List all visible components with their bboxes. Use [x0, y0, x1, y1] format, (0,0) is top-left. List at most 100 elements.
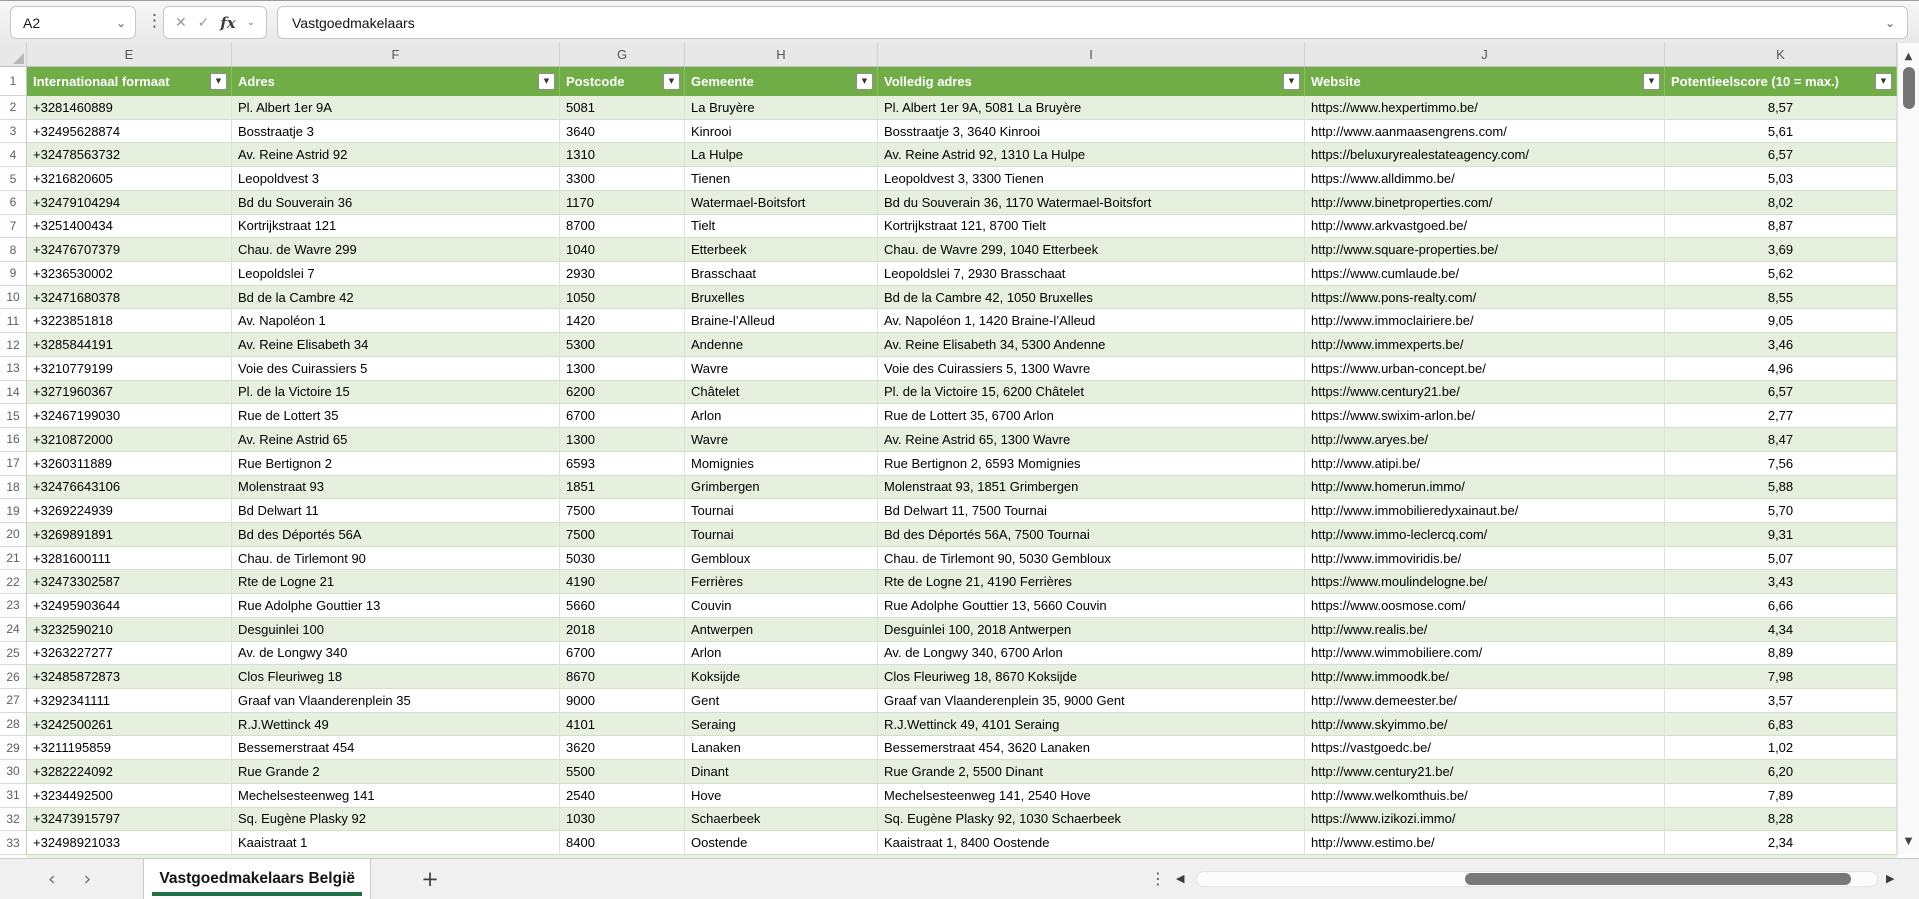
filter-button[interactable]: ▼: [1875, 73, 1892, 90]
cell[interactable]: Rte de Logne 21: [232, 570, 560, 595]
cell[interactable]: 8,87: [1665, 214, 1897, 239]
row-number[interactable]: 4: [0, 143, 27, 168]
cell[interactable]: 8,57: [1665, 96, 1897, 120]
cell[interactable]: http://www.estimo.be/: [1305, 831, 1665, 855]
row-number[interactable]: 22: [0, 570, 27, 595]
cell[interactable]: Seraing: [685, 712, 878, 737]
cell[interactable]: 1300: [560, 356, 685, 381]
cell[interactable]: +3236530002: [27, 262, 232, 286]
cell[interactable]: Brasschaat: [685, 262, 878, 286]
hscroll-left-icon[interactable]: ◀: [1176, 872, 1184, 885]
column-header-F[interactable]: F: [232, 43, 560, 67]
cell[interactable]: R.J.Wettinck 49, 4101 Seraing: [878, 712, 1305, 737]
cell[interactable]: http://www.century21.be/: [1305, 760, 1665, 784]
cell[interactable]: 8,55: [1665, 285, 1897, 310]
cell[interactable]: Bessemerstraat 454: [232, 736, 560, 761]
row-number[interactable]: 21: [0, 546, 27, 571]
cell[interactable]: Av. Napoléon 1: [232, 309, 560, 334]
cell[interactable]: http://www.immoodk.be/: [1305, 665, 1665, 689]
cell[interactable]: 1170: [560, 190, 685, 215]
cell[interactable]: Couvin: [685, 594, 878, 618]
row-number[interactable]: 23: [0, 594, 27, 618]
cell[interactable]: 5,61: [1665, 119, 1897, 144]
cell[interactable]: https://www.swixim-arlon.be/: [1305, 404, 1665, 429]
cell[interactable]: +32476643106: [27, 475, 232, 500]
cell[interactable]: Lanaken: [685, 736, 878, 761]
cell[interactable]: +32471680378: [27, 285, 232, 310]
cell[interactable]: Sq. Eugène Plasky 92, 1030 Schaerbeek: [878, 807, 1305, 832]
row-number[interactable]: 30: [0, 760, 27, 784]
row-number[interactable]: 14: [0, 380, 27, 405]
cell[interactable]: 7500: [560, 499, 685, 523]
cell[interactable]: La Hulpe: [685, 143, 878, 168]
row-number[interactable]: 8: [0, 238, 27, 263]
cell[interactable]: Oostende: [685, 831, 878, 855]
scroll-up-icon[interactable]: ▲: [1898, 51, 1919, 62]
cell[interactable]: Chau. de Tirlemont 90, 5030 Gembloux: [878, 546, 1305, 571]
cell[interactable]: +3269891891: [27, 522, 232, 547]
cell[interactable]: La Bruyère: [685, 96, 878, 120]
cell[interactable]: 7,56: [1665, 451, 1897, 476]
cell[interactable]: 1040: [560, 238, 685, 263]
cell[interactable]: https://www.oosmose.com/: [1305, 594, 1665, 618]
cell[interactable]: http://www.square-properties.be/: [1305, 238, 1665, 263]
cell[interactable]: Hove: [685, 783, 878, 808]
cell[interactable]: 5,88: [1665, 475, 1897, 500]
cell[interactable]: R.J.Wettinck 49: [232, 712, 560, 737]
horizontal-scrollbar-thumb[interactable]: [1465, 873, 1851, 885]
cell[interactable]: Antwerpen: [685, 617, 878, 642]
cell[interactable]: 4101: [560, 712, 685, 737]
row-number[interactable]: 11: [0, 309, 27, 334]
filter-button[interactable]: ▼: [856, 73, 873, 90]
cell[interactable]: 1300: [560, 428, 685, 452]
column-header-I[interactable]: I: [878, 43, 1305, 67]
cell[interactable]: Clos Fleuriweg 18: [232, 665, 560, 689]
row-number[interactable]: 1: [0, 67, 27, 96]
cell[interactable]: Chau. de Wavre 299: [232, 238, 560, 263]
cell[interactable]: Rue de Lottert 35: [232, 404, 560, 429]
scroll-down-icon[interactable]: ▼: [1898, 836, 1919, 847]
cell[interactable]: 8,28: [1665, 807, 1897, 832]
cell[interactable]: Bosstraatje 3, 3640 Kinrooi: [878, 119, 1305, 144]
cell[interactable]: 8700: [560, 214, 685, 239]
select-all-corner[interactable]: [0, 43, 27, 67]
cell[interactable]: Etterbeek: [685, 238, 878, 263]
cell[interactable]: 8,89: [1665, 641, 1897, 666]
cell[interactable]: +32473915797: [27, 807, 232, 832]
row-number[interactable]: 31: [0, 783, 27, 808]
column-header-K[interactable]: K: [1665, 43, 1897, 67]
cell[interactable]: 1851: [560, 475, 685, 500]
cell[interactable]: 3620: [560, 736, 685, 761]
cell[interactable]: Rue de Lottert 35, 6700 Arlon: [878, 404, 1305, 429]
cell[interactable]: Rue Adolphe Gouttier 13, 5660 Couvin: [878, 594, 1305, 618]
cell[interactable]: +32498921033: [27, 831, 232, 855]
cell[interactable]: Rte de Logne 21, 4190 Ferrières: [878, 570, 1305, 595]
cell[interactable]: Rue Grande 2, 5500 Dinant: [878, 760, 1305, 784]
cell[interactable]: 3,46: [1665, 333, 1897, 357]
cell[interactable]: https://vastgoedc.be/: [1305, 736, 1665, 761]
cell[interactable]: http://www.binetproperties.com/: [1305, 190, 1665, 215]
cell[interactable]: https://www.cumlaude.be/: [1305, 262, 1665, 286]
cell[interactable]: Wavre: [685, 356, 878, 381]
filter-button[interactable]: ▼: [210, 73, 227, 90]
cell[interactable]: Châtelet: [685, 380, 878, 405]
insert-function-icon[interactable]: fx: [220, 14, 235, 32]
cell[interactable]: Molenstraat 93, 1851 Grimbergen: [878, 475, 1305, 500]
cell[interactable]: https://www.century21.be/: [1305, 380, 1665, 405]
cell[interactable]: +32485872873: [27, 665, 232, 689]
cell[interactable]: Rue Grande 2: [232, 760, 560, 784]
cell[interactable]: Watermael-Boitsfort: [685, 190, 878, 215]
chevron-down-icon[interactable]: ⌄: [116, 17, 126, 29]
cell[interactable]: Leopoldvest 3: [232, 167, 560, 191]
cell[interactable]: Av. Reine Astrid 65: [232, 428, 560, 452]
row-number[interactable]: 10: [0, 285, 27, 310]
cell[interactable]: 5081: [560, 96, 685, 120]
cell[interactable]: http://www.immoclairiere.be/: [1305, 309, 1665, 334]
cell[interactable]: +3271960367: [27, 380, 232, 405]
cell[interactable]: Schaerbeek: [685, 807, 878, 832]
cell[interactable]: 9,31: [1665, 522, 1897, 547]
cell[interactable]: Grimbergen: [685, 475, 878, 500]
cell[interactable]: http://www.aryes.be/: [1305, 428, 1665, 452]
cell[interactable]: 5,03: [1665, 167, 1897, 191]
column-header-H[interactable]: H: [685, 43, 878, 67]
